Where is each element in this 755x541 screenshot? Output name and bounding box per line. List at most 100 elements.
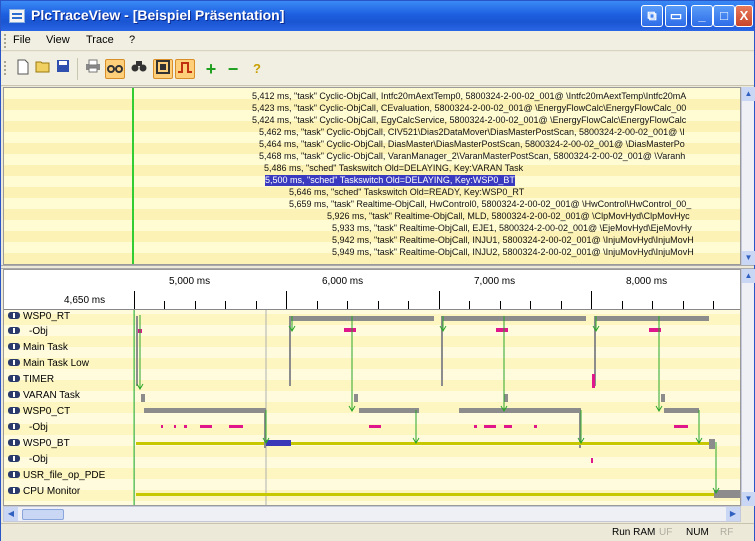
obj-call bbox=[369, 425, 381, 428]
obj-call bbox=[200, 425, 212, 428]
scroll-down-icon[interactable]: ▼ bbox=[742, 492, 755, 506]
obj-call bbox=[674, 425, 688, 428]
help-icon[interactable]: ? bbox=[247, 59, 267, 79]
timer-event bbox=[592, 374, 595, 388]
title-bar[interactable]: PlcTraceView - [Beispiel Präsentation] ⧉… bbox=[1, 1, 754, 31]
cpu-monitor-track bbox=[136, 490, 740, 498]
obj-call bbox=[174, 425, 176, 428]
switch-arrow bbox=[695, 410, 703, 444]
scroll-up-icon[interactable]: ▲ bbox=[742, 87, 755, 101]
obj-call bbox=[229, 425, 243, 428]
menu-bar: File View Trace ? bbox=[1, 31, 754, 51]
timeline-view[interactable]: 5,000 ms 6,000 ms 7,000 ms 8,000 ms 4,65… bbox=[3, 269, 741, 506]
obj-call bbox=[534, 425, 537, 428]
bt-active bbox=[266, 440, 291, 446]
run-segment bbox=[661, 394, 665, 402]
run-segment bbox=[594, 316, 709, 321]
run-segment bbox=[359, 408, 419, 413]
switch-arrows bbox=[136, 315, 720, 494]
log-line[interactable]: 5,942 ms, "task" Realtime-ObjCall, INJU1… bbox=[332, 235, 694, 246]
maximize-button[interactable]: □ bbox=[713, 5, 735, 27]
print-icon[interactable] bbox=[83, 59, 103, 79]
ct-obj-track bbox=[161, 425, 688, 428]
scroll-up-icon[interactable]: ▲ bbox=[742, 269, 755, 283]
menu-trace[interactable]: Trace bbox=[86, 34, 114, 46]
task-trace-graph[interactable] bbox=[4, 270, 741, 506]
close-button[interactable]: X bbox=[735, 5, 753, 27]
obj-call bbox=[504, 425, 512, 428]
run-segment bbox=[504, 394, 508, 402]
obj-call bbox=[161, 425, 163, 428]
frame-icon[interactable] bbox=[153, 59, 173, 79]
log-line[interactable]: 5,926 ms, "task" Realtime-ObjCall, MLD, … bbox=[327, 211, 690, 222]
new-icon[interactable] bbox=[13, 59, 33, 79]
binoculars-icon[interactable] bbox=[129, 59, 149, 79]
switch-arrow bbox=[712, 442, 720, 494]
run-segment bbox=[136, 316, 138, 386]
app-icon bbox=[9, 9, 25, 23]
plus-icon[interactable]: + bbox=[201, 59, 221, 79]
window-menu-icon[interactable]: ▭ bbox=[665, 5, 687, 27]
timeline-vertical-scrollbar[interactable]: ▲ ▼ bbox=[741, 269, 755, 506]
obj-call bbox=[484, 425, 496, 428]
menu-help[interactable]: ? bbox=[129, 34, 135, 46]
link-icon[interactable] bbox=[105, 59, 125, 79]
wsp0-rt-track bbox=[136, 316, 709, 386]
scroll-left-icon[interactable]: ◀ bbox=[4, 507, 18, 521]
app-window: PlcTraceView - [Beispiel Präsentation] ⧉… bbox=[0, 0, 755, 541]
switch-arrow bbox=[262, 410, 270, 444]
status-bar: Run RAM UF NUM RF bbox=[1, 523, 754, 541]
log-line[interactable]: 5,424 ms, "task" Cyclic-ObjCall, EgyCalc… bbox=[252, 115, 686, 126]
log-vertical-scrollbar[interactable]: ▲ ▼ bbox=[741, 87, 755, 265]
log-line[interactable]: 5,464 ms, "task" Cyclic-ObjCall, DiasMas… bbox=[259, 139, 685, 150]
log-line[interactable]: 5,949 ms, "task" Realtime-ObjCall, INJU2… bbox=[332, 247, 694, 258]
run-segment bbox=[354, 394, 358, 402]
run-segment bbox=[144, 408, 264, 413]
wsp0-bt-track bbox=[136, 439, 715, 463]
minimize-button[interactable]: _ bbox=[691, 5, 713, 27]
toolbar-grip bbox=[4, 61, 7, 75]
status-uf: UF bbox=[659, 527, 673, 538]
run-segment bbox=[141, 394, 145, 402]
toolbar: + − ? bbox=[1, 52, 754, 86]
open-icon[interactable] bbox=[33, 59, 53, 79]
run-segment bbox=[459, 408, 579, 413]
run-segment bbox=[709, 439, 715, 449]
menu-view[interactable]: View bbox=[46, 34, 70, 46]
signal-icon[interactable] bbox=[175, 59, 195, 79]
log-line[interactable]: 5,486 ms, "sched" Taskswitch Old=DELAYIN… bbox=[264, 163, 523, 174]
log-line[interactable]: 5,468 ms, "task" Cyclic-ObjCall, VaranMa… bbox=[259, 151, 685, 162]
restore-child-icon[interactable]: ⧉ bbox=[641, 5, 663, 27]
scroll-down-icon[interactable]: ▼ bbox=[742, 251, 755, 265]
log-cursor-line bbox=[132, 88, 134, 264]
status-rf: RF bbox=[720, 527, 734, 538]
run-segment bbox=[441, 316, 586, 321]
log-line[interactable]: 5,412 ms, "task" Cyclic-ObjCall, Intfc20… bbox=[252, 91, 686, 102]
rt-obj-track bbox=[138, 328, 661, 333]
log-line[interactable]: 5,423 ms, "task" Cyclic-ObjCall, CEvalua… bbox=[252, 103, 686, 114]
save-icon[interactable] bbox=[53, 59, 73, 79]
log-line[interactable]: 5,646 ms, "sched" Taskswitch Old=READY, … bbox=[289, 187, 524, 198]
window-title: PlcTraceView - [Beispiel Präsentation] bbox=[31, 7, 285, 23]
menubar-grip bbox=[4, 34, 7, 48]
switch-arrow bbox=[577, 410, 585, 444]
log-line[interactable]: 5,933 ms, "task" Realtime-ObjCall, EJE1,… bbox=[332, 223, 692, 234]
obj-call bbox=[344, 328, 356, 332]
varan-task-track bbox=[141, 374, 665, 402]
cpu-load bbox=[136, 493, 716, 496]
switch-arrow bbox=[412, 410, 420, 444]
log-line-selected[interactable]: 5,500 ms, "sched" Taskswitch Old=DELAYIN… bbox=[265, 175, 515, 186]
obj-call bbox=[591, 458, 593, 463]
menu-file[interactable]: File bbox=[13, 34, 31, 46]
minus-icon[interactable]: − bbox=[223, 59, 243, 79]
scroll-thumb[interactable] bbox=[22, 509, 64, 520]
obj-call bbox=[474, 425, 477, 428]
log-line[interactable]: 5,659 ms, "task" Realtime-ObjCall, HwCon… bbox=[289, 199, 691, 210]
timeline-horizontal-scrollbar[interactable]: ◀ ▶ bbox=[3, 506, 741, 522]
scroll-right-icon[interactable]: ▶ bbox=[726, 507, 740, 521]
run-segment bbox=[714, 490, 740, 498]
toolbar-separator bbox=[77, 58, 78, 80]
log-line[interactable]: 5,462 ms, "task" Cyclic-ObjCall, CIV521\… bbox=[259, 127, 685, 138]
bt-segment bbox=[136, 442, 264, 445]
event-log-list[interactable]: 5,412 ms, "task" Cyclic-ObjCall, Intfc20… bbox=[3, 87, 741, 265]
